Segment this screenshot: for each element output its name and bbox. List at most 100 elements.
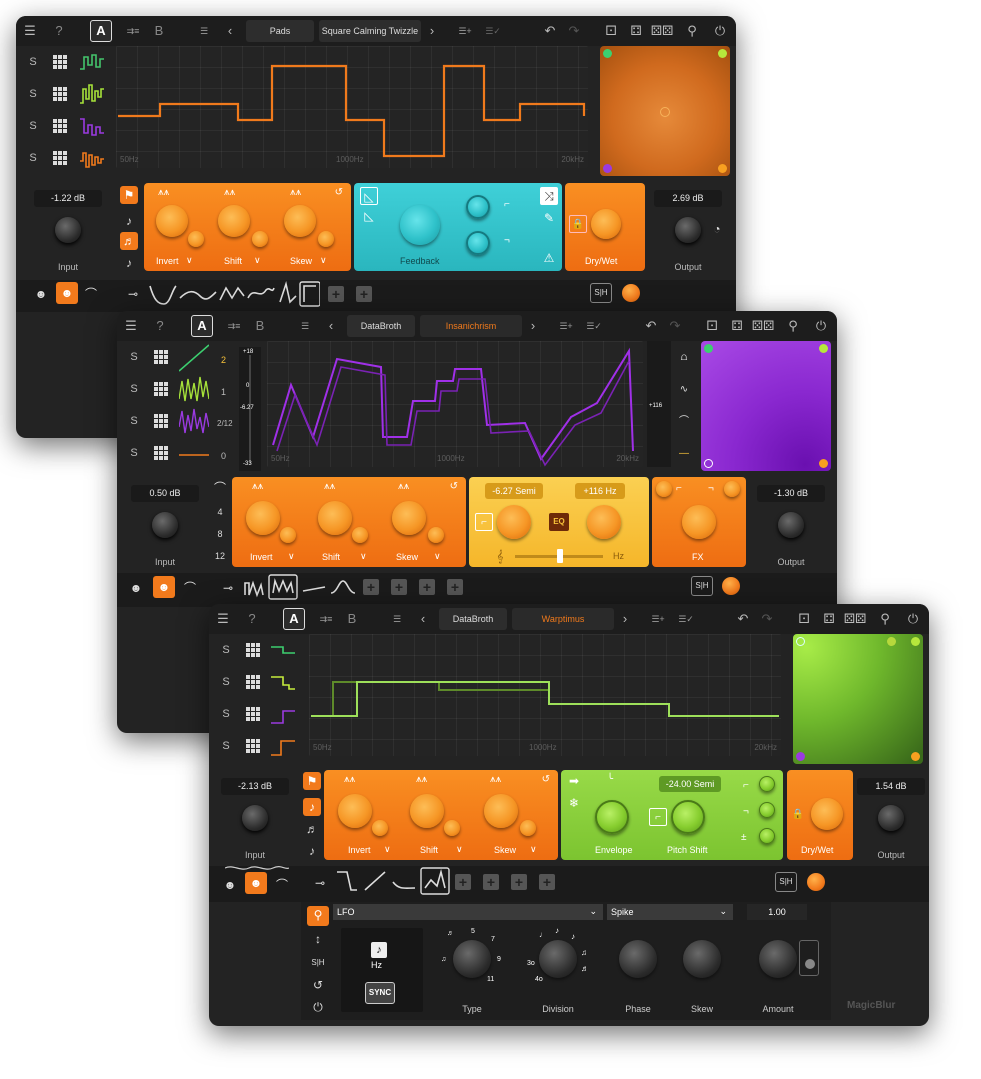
add-preset-icon[interactable]: ☰+	[555, 315, 577, 337]
wave-thumb[interactable]	[80, 51, 104, 75]
sync-button[interactable]: SYNC	[365, 982, 395, 1004]
routing-icon[interactable]: ⚲	[682, 20, 702, 42]
chevron-down-icon[interactable]: ∨	[530, 844, 537, 855]
skew-mini-knob[interactable]	[520, 820, 536, 836]
mask-icon[interactable]: ☻	[32, 285, 50, 303]
skew-knob[interactable]	[284, 205, 316, 237]
add-shape-button[interactable]: +	[511, 874, 527, 890]
step-8-icon[interactable]: 8	[211, 525, 229, 543]
b-button[interactable]: B	[344, 608, 360, 630]
gauge-icon[interactable]: ◔	[708, 220, 726, 238]
lowpass-knob[interactable]	[759, 802, 775, 818]
help-button[interactable]: ?	[244, 608, 260, 630]
lowpass-knob[interactable]	[466, 231, 490, 255]
xy-pad[interactable]	[600, 46, 730, 176]
row-value[interactable]: 2/12	[217, 419, 233, 428]
output-value[interactable]: 1.54 dB	[857, 778, 925, 795]
prev-preset-icon[interactable]: ‹	[325, 315, 337, 337]
menu-icon[interactable]: ☰	[121, 315, 141, 337]
range-knob[interactable]	[759, 828, 775, 844]
fx-mini-knob[interactable]	[724, 481, 740, 497]
pitch-shift-knob[interactable]	[671, 800, 705, 834]
routing-icon[interactable]: ⚲	[783, 315, 803, 337]
chevron-down-icon[interactable]: ⌄	[589, 906, 597, 917]
output-control[interactable]: 1.54 dB Output	[857, 778, 925, 860]
redo-icon[interactable]: ↷	[667, 315, 683, 337]
notes-icon[interactable]: ♬	[303, 820, 321, 838]
eq-button[interactable]: EQ	[549, 513, 569, 531]
b-button[interactable]: B	[151, 20, 167, 42]
redo-icon[interactable]: ↷	[759, 608, 775, 630]
category-selector[interactable]: DataBroth	[439, 608, 507, 630]
notes-icon[interactable]: ♬	[120, 232, 138, 250]
corner-dot[interactable]	[887, 637, 896, 646]
note-icon[interactable]: ♪	[120, 212, 138, 230]
shift-mini-knob[interactable]	[352, 527, 368, 543]
menu-icon[interactable]: ☰	[213, 608, 233, 630]
wave-thumb[interactable]	[271, 735, 295, 759]
preset-selector[interactable]: Square Calming Twizzle	[319, 20, 421, 42]
wave-thumb[interactable]	[80, 83, 104, 107]
lock-icon[interactable]: 🔒	[789, 806, 807, 824]
wave-thumb[interactable]	[179, 407, 209, 437]
next-preset-icon[interactable]: ›	[426, 20, 438, 42]
preset-selector[interactable]: Warptimus	[512, 608, 614, 630]
power-icon[interactable]: ⏻	[712, 20, 728, 42]
wave-thumb[interactable]	[80, 115, 104, 139]
prev-preset-icon[interactable]: ‹	[224, 20, 236, 42]
step-12-icon[interactable]: 12	[211, 547, 229, 565]
grid-icon[interactable]	[246, 675, 260, 689]
grid-icon[interactable]	[154, 414, 168, 428]
chevron-down-icon[interactable]: ∨	[186, 255, 193, 266]
skew-mod-knob[interactable]	[683, 940, 721, 978]
shift-knob[interactable]	[318, 501, 352, 535]
copy-a-to-b-icon[interactable]: ⇉≡	[313, 608, 339, 630]
solo-button[interactable]: S	[125, 415, 143, 427]
step-4-icon[interactable]: 4	[211, 503, 229, 521]
solo-button[interactable]: S	[125, 383, 143, 395]
sliders-icon[interactable]: ☰	[385, 608, 409, 630]
orange-toggle[interactable]	[722, 577, 740, 595]
a-button[interactable]: A	[191, 315, 213, 337]
chevron-down-icon[interactable]: ⌄	[719, 906, 727, 917]
invert-mini-knob[interactable]	[372, 820, 388, 836]
routing-icon[interactable]: ⚲	[875, 608, 895, 630]
drywet-knob[interactable]	[591, 209, 621, 239]
lock-icon[interactable]: 🔒	[569, 215, 587, 233]
hz-value[interactable]: +116 Hz	[575, 483, 625, 499]
level-meter[interactable]: +18 0 -6.27 -33	[239, 347, 261, 471]
add-shape-button[interactable]: +	[363, 579, 379, 595]
power-icon[interactable]: ⏻	[905, 608, 921, 630]
dice-icon[interactable]: ⚀	[704, 315, 720, 337]
highpass-knob[interactable]	[466, 195, 490, 219]
sample-hold-icon[interactable]: S|H	[309, 954, 327, 972]
flag-icon[interactable]: ⚑	[120, 186, 138, 204]
step-icon[interactable]: ⌐	[649, 808, 667, 826]
envelope-knob[interactable]	[595, 800, 629, 834]
undo-icon[interactable]: ↶	[643, 315, 659, 337]
next-preset-icon[interactable]: ›	[527, 315, 539, 337]
add-shape-button[interactable]: +	[356, 286, 372, 302]
save-preset-icon[interactable]: ☰✓	[482, 20, 504, 42]
invert-knob[interactable]	[246, 501, 280, 535]
wave-thumb[interactable]	[80, 147, 104, 171]
corner-dot[interactable]	[796, 752, 805, 761]
input-value[interactable]: -1.22 dB	[34, 190, 102, 207]
corner-dot[interactable]	[819, 344, 828, 353]
xy-pad[interactable]	[793, 634, 923, 764]
freq-meter[interactable]: +116	[647, 341, 671, 467]
solo-button[interactable]: S	[125, 351, 143, 363]
grid-icon[interactable]	[154, 350, 168, 364]
undo-icon[interactable]: ↶	[542, 20, 558, 42]
horn-icon[interactable]: ⌒	[82, 285, 100, 303]
orange-toggle[interactable]	[622, 284, 640, 302]
input-control[interactable]: -2.13 dB Input	[221, 778, 289, 860]
corner-dot[interactable]	[718, 49, 727, 58]
semi-value[interactable]: -6.27 Semi	[485, 483, 543, 499]
skew-knob[interactable]	[484, 794, 518, 828]
save-preset-icon[interactable]: ☰✓	[583, 315, 605, 337]
chevron-down-icon[interactable]: ∨	[360, 551, 367, 562]
add-preset-icon[interactable]: ☰+	[454, 20, 476, 42]
feedback-knob[interactable]	[400, 205, 440, 245]
devil-icon[interactable]: ☻	[245, 872, 267, 894]
